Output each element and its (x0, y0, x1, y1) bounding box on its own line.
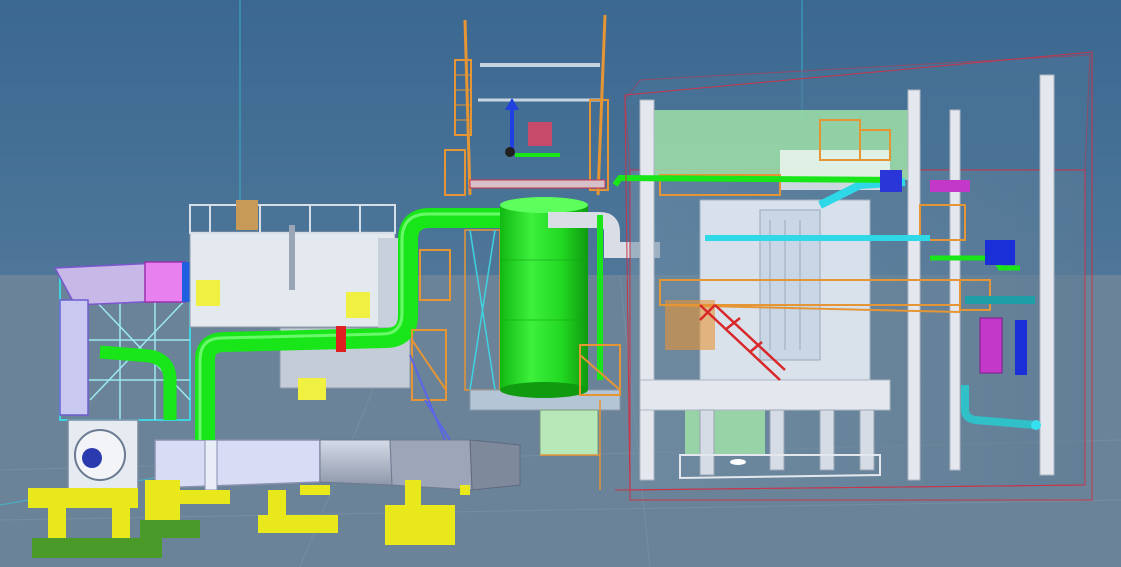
fan-housing (67, 419, 139, 491)
pipe-flange-red (336, 326, 346, 352)
plant-3d-model-render (0, 0, 1121, 567)
cyan-pipe-end (1031, 420, 1041, 430)
plant-3d-model-scene (0, 0, 1121, 567)
main-flue-duct (154, 439, 521, 491)
